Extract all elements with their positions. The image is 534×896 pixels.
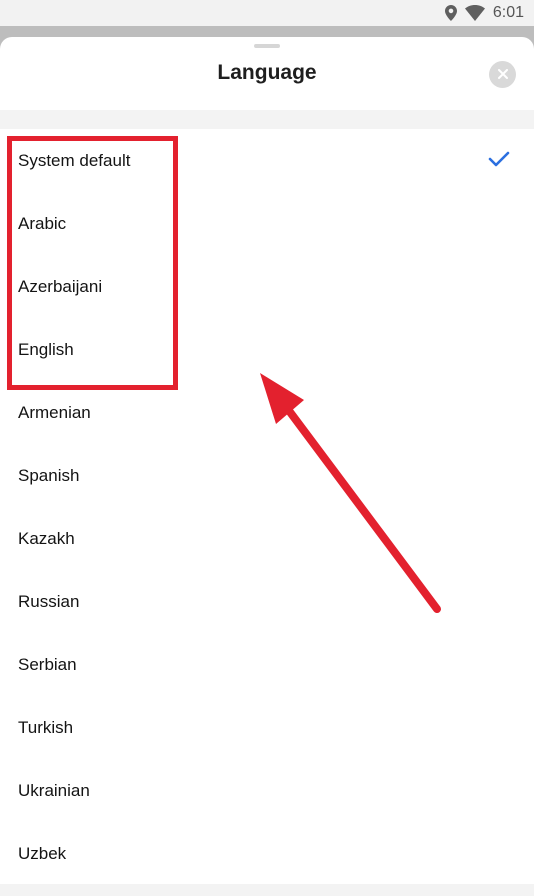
language-item-spanish[interactable]: Spanish xyxy=(0,444,534,507)
checkmark-icon xyxy=(488,151,510,172)
language-item-turkish[interactable]: Turkish xyxy=(0,696,534,759)
language-label: Ukrainian xyxy=(18,780,90,800)
close-button[interactable] xyxy=(489,61,516,88)
language-label: Uzbek xyxy=(18,843,67,863)
language-item-arabic[interactable]: Arabic xyxy=(0,192,534,255)
language-label: Kazakh xyxy=(18,528,75,548)
language-label: Russian xyxy=(18,591,80,611)
language-item-russian[interactable]: Russian xyxy=(0,570,534,633)
language-label: Serbian xyxy=(18,654,77,674)
sheet-header: Language xyxy=(0,37,534,110)
language-item-kazakh[interactable]: Kazakh xyxy=(0,507,534,570)
status-time: 6:01 xyxy=(492,4,524,21)
close-icon xyxy=(497,66,508,84)
language-label: English xyxy=(18,339,74,359)
status-bar: 6:01 xyxy=(0,0,534,26)
language-label: System default xyxy=(18,150,131,170)
language-label: Arabic xyxy=(18,213,67,233)
language-item-english[interactable]: English xyxy=(0,318,534,381)
language-label: Spanish xyxy=(18,465,80,485)
language-item-armenian[interactable]: Armenian xyxy=(0,381,534,444)
page-title: Language xyxy=(217,61,317,84)
language-item-azerbaijani[interactable]: Azerbaijani xyxy=(0,255,534,318)
language-list: System default Arabic Azerbaijani Englis… xyxy=(0,129,534,885)
language-item-ukrainian[interactable]: Ukrainian xyxy=(0,759,534,822)
location-icon xyxy=(444,5,457,21)
header-divider xyxy=(0,110,534,129)
language-item-system-default[interactable]: System default xyxy=(0,129,534,192)
wifi-icon xyxy=(464,5,485,21)
language-label: Azerbaijani xyxy=(18,276,103,296)
language-label: Turkish xyxy=(18,717,74,737)
bottom-divider xyxy=(0,884,534,896)
language-item-serbian[interactable]: Serbian xyxy=(0,633,534,696)
status-icons: 6:01 xyxy=(444,2,524,24)
language-label: Armenian xyxy=(18,402,91,422)
language-item-uzbek[interactable]: Uzbek xyxy=(0,822,534,885)
language-bottom-sheet: Language System default Arabic Azerbaija… xyxy=(0,37,534,896)
